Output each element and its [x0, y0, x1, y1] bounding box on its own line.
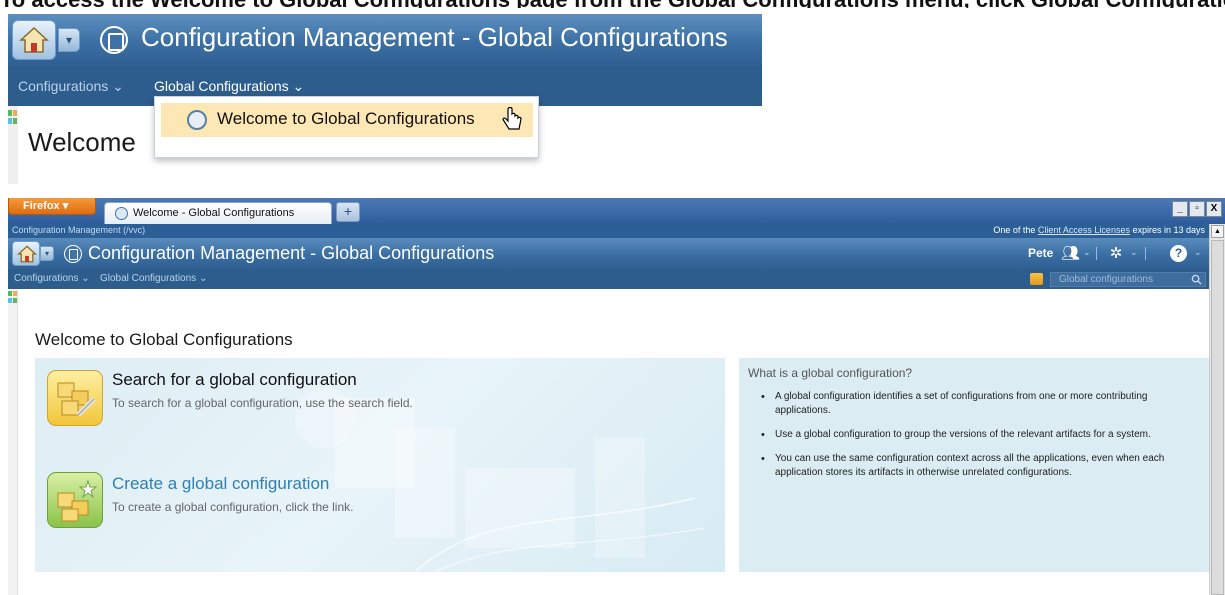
menu-global-configurations[interactable]: Global Configurations ⌄ — [154, 78, 304, 95]
menu-configurations[interactable]: Configurations ⌄ — [18, 78, 124, 95]
license-link[interactable]: Client Access Licenses — [1038, 225, 1130, 235]
scroll-up-icon[interactable]: ▲ — [1211, 225, 1224, 238]
info-item: You can use the same configuration conte… — [755, 452, 1205, 480]
search-icon[interactable] — [1191, 274, 1202, 285]
home-icon — [19, 26, 49, 53]
search-config-title: Search for a global configuration — [112, 370, 357, 389]
apps-grid-icon[interactable] — [8, 291, 17, 303]
globe-icon — [115, 207, 128, 220]
help-icon[interactable]: ? — [1170, 245, 1187, 262]
create-config-link[interactable]: Create a global configuration — [112, 474, 329, 494]
chevron-down-icon[interactable]: ▾ — [40, 246, 54, 261]
home-button[interactable] — [12, 20, 56, 60]
license-suffix: expires in 13 days — [1129, 225, 1205, 235]
new-tab-button[interactable]: + — [336, 202, 360, 222]
info-item: A global configuration identifies a set … — [755, 390, 1205, 418]
dropdown-menu: Welcome to Global Configurations — [154, 96, 539, 158]
divider — [1096, 247, 1097, 260]
restore-button[interactable]: ▫ — [1189, 201, 1205, 217]
search-placeholder: Global configurations — [1059, 274, 1153, 285]
create-config-icon[interactable] — [47, 472, 103, 528]
tab-label: Welcome - Global Configurations — [133, 207, 295, 219]
search-config-icon — [47, 370, 103, 426]
page-heading: Welcome to Global Configurations — [35, 330, 293, 349]
menu-global-configurations[interactable]: Global Configurations ⌄ — [100, 273, 207, 284]
hand-cursor-icon — [502, 107, 522, 130]
tab-welcome[interactable]: Welcome - Global Configurations — [104, 202, 332, 224]
minimize-button[interactable]: _ — [1172, 201, 1188, 217]
page-caption: To access the Welcome to Global Configur… — [0, 0, 1225, 8]
zoomed-inset: ▾ Configuration Management - Global Conf… — [8, 14, 762, 184]
chevron-down-icon[interactable]: ▾ — [58, 28, 80, 52]
license-notice: One of the Client Access Licenses expire… — [993, 225, 1205, 235]
close-button[interactable]: X — [1206, 201, 1222, 217]
app-context-label: Configuration Management (/vvc) — [12, 225, 146, 235]
search-input[interactable]: Global configurations — [1050, 272, 1206, 287]
browser-window: Firefox ▾ Welcome - Global Configuration… — [8, 198, 1225, 595]
inset-app-title: Configuration Management - Global Config… — [141, 22, 728, 52]
inset-welcome-text: Welcome — [28, 127, 136, 157]
license-prefix: One of the — [993, 225, 1038, 235]
lock-icon[interactable] — [1030, 273, 1043, 285]
menu-bar: Configurations ⌄ Global Configurations ⌄… — [8, 269, 1209, 289]
menu-item-welcome[interactable]: Welcome to Global Configurations — [161, 103, 533, 137]
info-item: Use a global configuration to group the … — [755, 428, 1205, 442]
info-title: What is a global configuration? — [748, 366, 913, 380]
people-icon[interactable]: 👥︎ — [1061, 245, 1080, 263]
globe-icon — [187, 110, 207, 130]
info-bar: Configuration Management (/vvc) One of t… — [8, 224, 1209, 238]
menu-configurations[interactable]: Configurations ⌄ — [14, 273, 90, 284]
home-button[interactable] — [12, 241, 40, 266]
actions-panel: Search for a global configuration To sea… — [35, 358, 725, 572]
left-gutter — [8, 289, 18, 595]
menu-item-label: Welcome to Global Configurations — [217, 109, 475, 128]
app-banner: ▾ Configuration Management - Global Conf… — [8, 238, 1209, 269]
info-panel: What is a global configuration? A global… — [739, 358, 1209, 572]
vertical-scrollbar[interactable]: ▲ — [1209, 224, 1225, 595]
info-list: A global configuration identifies a set … — [755, 390, 1205, 490]
app-icon — [100, 26, 128, 54]
chevron-down-icon[interactable]: ⌄ — [1194, 247, 1202, 258]
apps-grid-icon[interactable] — [8, 110, 17, 124]
user-name[interactable]: Pete — [1028, 246, 1053, 260]
search-config-desc: To search for a global configuration, us… — [112, 396, 413, 410]
chevron-down-icon[interactable]: ⌄ — [1083, 247, 1091, 258]
home-icon — [17, 245, 37, 263]
scroll-thumb[interactable] — [1211, 240, 1224, 595]
background-decoration — [295, 388, 706, 572]
chevron-down-icon[interactable]: ⌄ — [1130, 247, 1138, 258]
inset-banner: ▾ Configuration Management - Global Conf… — [8, 14, 762, 66]
app-icon — [64, 245, 82, 263]
gear-icon[interactable]: ✲ — [1107, 245, 1125, 263]
divider — [1145, 247, 1146, 260]
page-title: Configuration Management - Global Config… — [88, 243, 495, 263]
create-config-desc: To create a global configuration, click … — [112, 500, 354, 514]
tab-bar: Firefox ▾ Welcome - Global Configuration… — [8, 198, 1225, 224]
firefox-menu-button[interactable]: Firefox ▾ — [8, 198, 96, 215]
